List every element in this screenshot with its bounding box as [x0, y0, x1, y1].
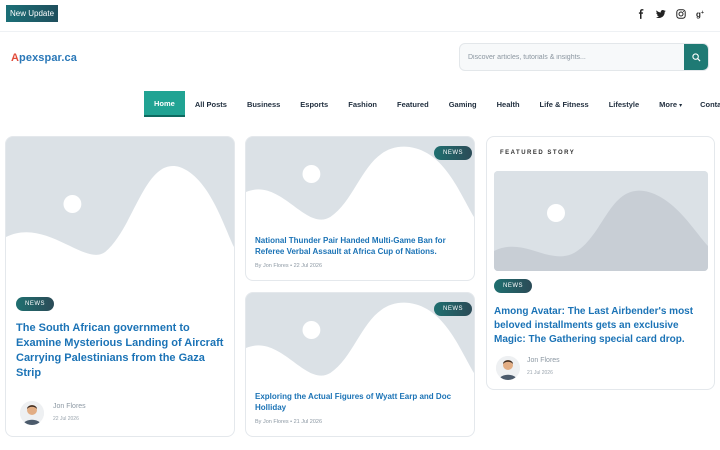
nav-item-health[interactable]: Health [497, 100, 520, 109]
post-meta: By Jon Flores • 22 Jul 2026 [255, 263, 323, 269]
post-image-placeholder [6, 137, 234, 287]
post-title[interactable]: National Thunder Pair Handed Multi-Game … [255, 235, 465, 257]
nav-item-lifestyle[interactable]: Lifestyle [609, 100, 639, 109]
google-plus-icon[interactable]: g + [696, 9, 706, 21]
author-avatar [496, 356, 520, 380]
category-badge[interactable]: NEWS [434, 146, 472, 160]
nav-item-all-posts[interactable]: All Posts [195, 100, 227, 109]
category-badge[interactable]: NEWS [16, 297, 54, 311]
featured-story-card[interactable]: FEATURED STORY NEWS Among Avatar: The La… [486, 136, 715, 390]
logo-text: pexspar.ca [19, 52, 77, 64]
author-name[interactable]: Jon Flores [527, 357, 560, 364]
featured-story-label: FEATURED STORY [500, 150, 576, 156]
nav-item-home[interactable]: Home [144, 91, 185, 117]
category-badge[interactable]: NEWS [494, 279, 532, 293]
social-links: g + [636, 9, 706, 21]
nav-item-gaming[interactable]: Gaming [449, 100, 477, 109]
chevron-down-icon: ▾ [679, 102, 683, 109]
nav-item-featured[interactable]: Featured [397, 100, 429, 109]
nav-item-fashion[interactable]: Fashion [348, 100, 377, 109]
post-image-placeholder [494, 171, 708, 271]
main-nav: Home All Posts Business Esports Fashion … [144, 91, 720, 117]
search-input[interactable] [468, 44, 688, 70]
author-name[interactable]: Jon Flores [53, 403, 86, 410]
post-title[interactable]: Among Avatar: The Last Airbender's most … [494, 305, 710, 347]
instagram-icon[interactable] [676, 9, 686, 21]
nav-more-label: More [659, 99, 678, 109]
post-date: 21 Jul 2026 [527, 370, 553, 376]
post-meta: By Jon Flores • 21 Jul 2026 [255, 419, 323, 425]
top-bar: New Update g + [0, 0, 720, 32]
search-bar [459, 43, 709, 71]
nav-item-contact[interactable]: Contact Us [700, 100, 720, 109]
logo-letter: A [11, 52, 20, 64]
search-icon [691, 52, 701, 62]
post-card[interactable]: NEWS National Thunder Pair Handed Multi-… [245, 136, 475, 281]
site-logo[interactable]: Apexspar.ca [11, 52, 77, 64]
post-title[interactable]: The South African government to Examine … [16, 321, 228, 381]
author-avatar [20, 401, 44, 425]
nav-item-business[interactable]: Business [247, 100, 280, 109]
nav-item-life-fitness[interactable]: Life & Fitness [540, 100, 589, 109]
post-title[interactable]: Exploring the Actual Figures of Wyatt Ea… [255, 391, 465, 413]
twitter-icon[interactable] [656, 9, 666, 21]
post-card[interactable]: NEWS Exploring the Actual Figures of Wya… [245, 292, 475, 437]
new-update-button[interactable]: New Update [6, 5, 59, 22]
search-button[interactable] [684, 44, 708, 70]
main-post-card[interactable]: NEWS The South African government to Exa… [5, 136, 235, 437]
nav-item-more[interactable]: More ▾ [659, 100, 682, 109]
nav-item-esports[interactable]: Esports [300, 100, 328, 109]
category-badge[interactable]: NEWS [434, 302, 472, 316]
svg-text:+: + [701, 10, 704, 16]
post-date: 22 Jul 2026 [53, 416, 79, 422]
facebook-icon[interactable] [636, 9, 646, 21]
